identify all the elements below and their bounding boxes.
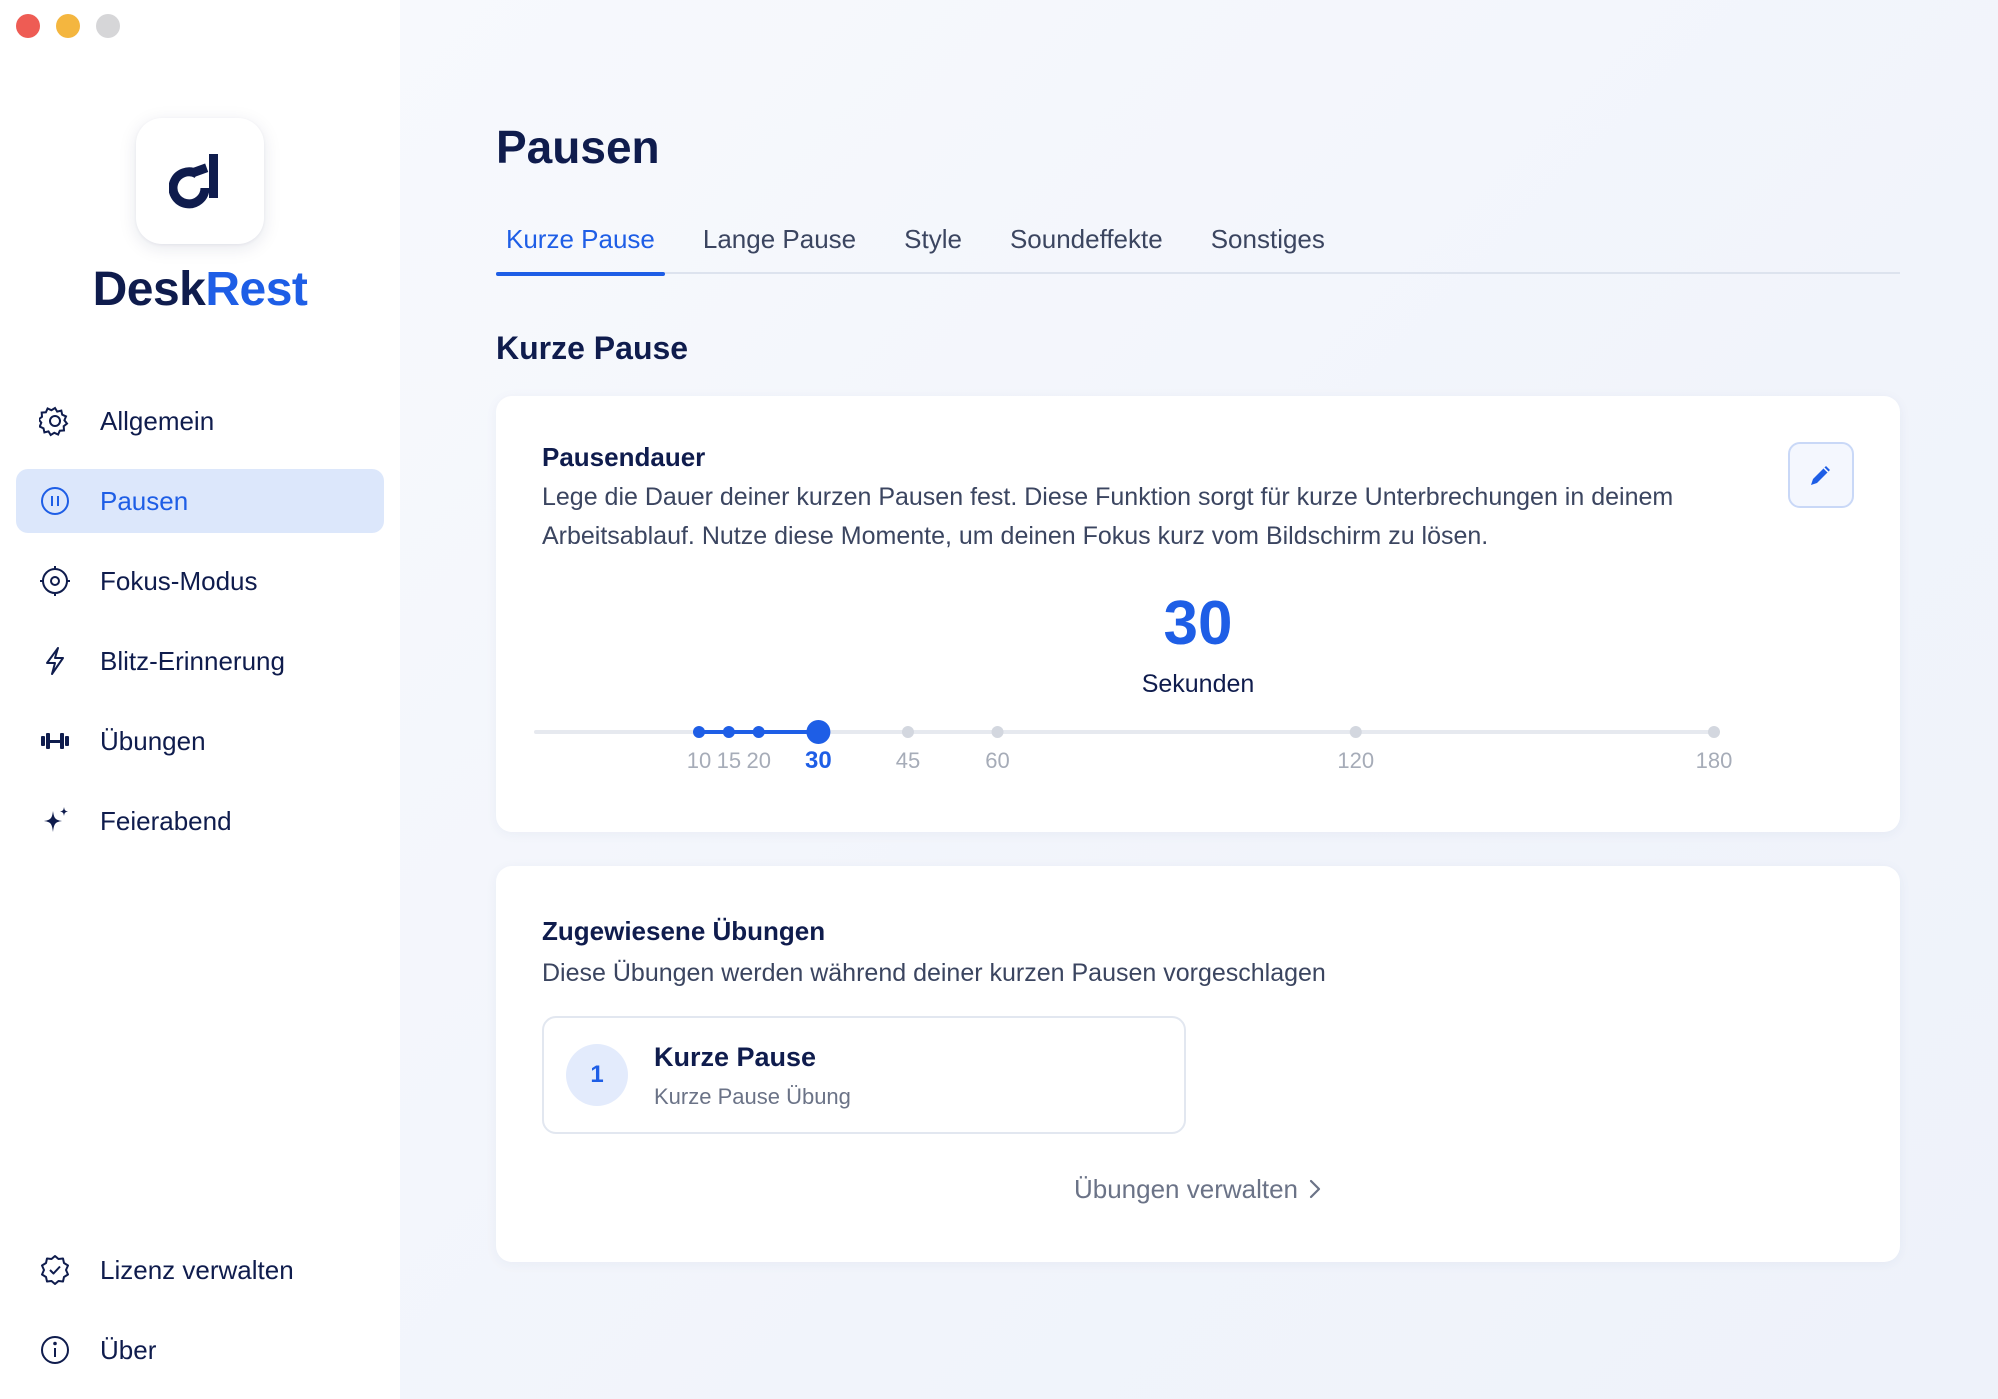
section-title: Kurze Pause [496, 330, 689, 366]
pause-circle-icon [38, 484, 72, 518]
page-title: Pausen [496, 121, 660, 173]
exercise-number-badge: 1 [566, 1044, 628, 1106]
chevron-right-icon [1308, 1176, 1322, 1207]
tab-style[interactable]: Style [894, 212, 972, 274]
exercise-item[interactable]: 1 Kurze Pause Kurze Pause Übung [542, 1016, 1186, 1134]
slider-tick[interactable] [991, 726, 1004, 738]
exercise-subtitle: Kurze Pause Übung [654, 1084, 851, 1109]
slider-tick[interactable] [901, 726, 914, 738]
sidebar-item-pausen[interactable]: Pausen [16, 469, 384, 533]
manage-exercises-label: Übungen verwalten [1073, 1174, 1299, 1204]
sidebar-item-label: Feierabend [100, 805, 232, 836]
duration-value: 30 [1163, 589, 1233, 658]
minimize-window-button[interactable] [56, 14, 80, 38]
brand-name-part2: Rest [205, 263, 308, 316]
sidebar-item-uebungen[interactable]: Übungen [16, 709, 384, 773]
sidebar-item-allgemein[interactable]: Allgemein [16, 389, 384, 453]
exercise-title: Kurze Pause [654, 1042, 817, 1072]
edit-duration-button[interactable] [1788, 442, 1854, 508]
sidebar-item-label: Pausen [100, 485, 189, 516]
duration-card: Pausendauer Lege die Dauer deiner kurzen… [496, 396, 1900, 832]
sidebar-item-label: Lizenz verwalten [100, 1254, 294, 1285]
sidebar-item-blitz-erinnerung[interactable]: Blitz-Erinnerung [16, 629, 384, 693]
slider-tick-label: 30 [805, 747, 832, 774]
duration-unit: Sekunden [1141, 670, 1255, 698]
slider-thumb[interactable] [806, 720, 831, 744]
sidebar-item-label: Über [100, 1334, 157, 1365]
slider-tick-label: 60 [985, 748, 1009, 773]
slider-tick[interactable] [722, 726, 735, 738]
slider-tick[interactable] [1708, 726, 1720, 738]
dumbbell-icon [38, 724, 72, 758]
exercises-description: Diese Übungen werden während deiner kurz… [542, 959, 1326, 987]
manage-exercises-link[interactable]: Übungen verwalten [496, 1174, 1900, 1207]
sidebar-item-lizenz-verwalten[interactable]: Lizenz verwalten [16, 1238, 384, 1302]
sidebar-item-label: Blitz-Erinnerung [100, 645, 285, 676]
sparkles-icon [38, 804, 72, 838]
sidebar-item-label: Fokus-Modus [100, 565, 258, 596]
target-icon [38, 564, 72, 598]
sidebar-bottom-nav: Lizenz verwalten Über [16, 1238, 384, 1398]
slider-tick-label: 120 [1337, 748, 1374, 773]
slider-tick-label: 20 [746, 748, 770, 773]
gear-icon [38, 404, 72, 438]
brand-name: DeskRest [0, 262, 400, 317]
sidebar-item-label: Allgemein [100, 405, 215, 436]
duration-slider[interactable]: 10 15 20 30 45 60 120 180 [496, 716, 1900, 796]
sidebar: DeskRest Allgemein Pausen Fokus-Modus Bl… [0, 0, 400, 1399]
sidebar-item-feierabend[interactable]: Feierabend [16, 789, 384, 853]
sidebar-item-fokus-modus[interactable]: Fokus-Modus [16, 549, 384, 613]
slider-tick-label: 180 [1696, 748, 1733, 773]
window-controls [16, 14, 120, 38]
brand-name-part1: Desk [92, 263, 206, 316]
slider-tick[interactable] [1349, 726, 1362, 738]
slider-tick-label: 45 [896, 748, 920, 773]
tab-soundeffekte[interactable]: Soundeffekte [1000, 212, 1173, 274]
lightning-icon [38, 644, 72, 678]
sidebar-item-ueber[interactable]: Über [16, 1318, 384, 1382]
slider-tick[interactable] [693, 726, 705, 738]
sidebar-nav: Allgemein Pausen Fokus-Modus Blitz-Erinn… [16, 389, 384, 869]
duration-description: Lege die Dauer deiner kurzen Pausen fest… [542, 483, 1674, 550]
exercises-heading: Zugewiesene Übungen [542, 916, 826, 946]
main-content: Pausen Kurze Pause Lange Pause Style Sou… [400, 0, 1998, 1399]
duration-heading: Pausendauer [542, 442, 706, 472]
sidebar-item-label: Übungen [100, 725, 206, 756]
slider-tick[interactable] [752, 726, 765, 738]
slider-tick-label: 10 [687, 748, 711, 773]
deskrest-logo-icon [169, 154, 218, 209]
tab-lange-pause[interactable]: Lange Pause [693, 212, 866, 274]
zoom-window-button[interactable] [96, 14, 120, 38]
slider-tick-label: 15 [717, 748, 741, 773]
app-logo [136, 118, 264, 244]
close-window-button[interactable] [16, 14, 40, 38]
info-icon [38, 1333, 72, 1367]
pencil-icon [1811, 466, 1830, 485]
exercises-card: Zugewiesene Übungen Diese Übungen werden… [496, 866, 1900, 1262]
tab-kurze-pause[interactable]: Kurze Pause [496, 212, 665, 276]
tab-sonstiges[interactable]: Sonstiges [1201, 212, 1335, 274]
tab-bar: Kurze Pause Lange Pause Style Soundeffek… [496, 212, 1900, 276]
badge-check-icon [38, 1253, 72, 1287]
